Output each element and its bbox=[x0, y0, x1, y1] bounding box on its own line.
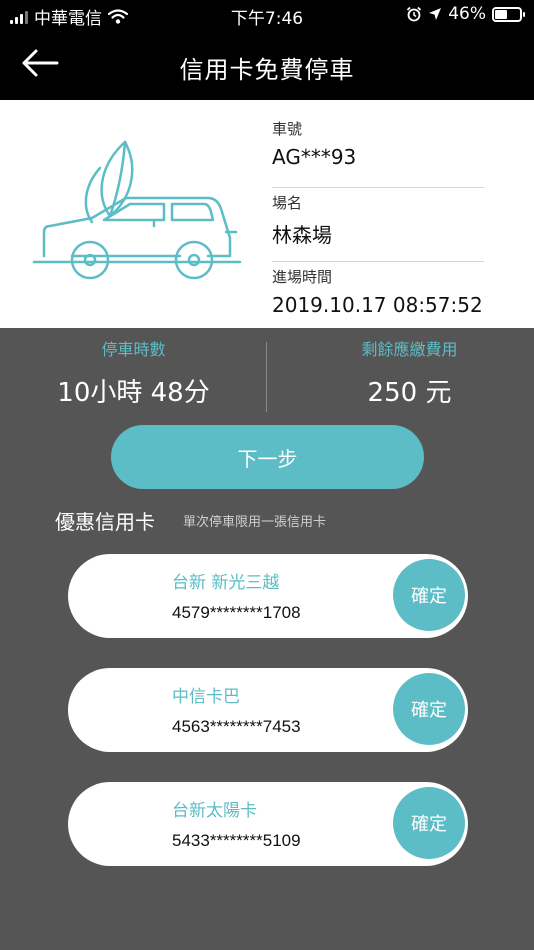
status-bar: 中華電信 下午7:46 46% bbox=[0, 0, 534, 30]
entry-time-value: 2019.10.17 08:57:52 bbox=[272, 293, 483, 317]
parking-info-panel: 車號 AG***93 場名 林森場 進場時間 2019.10.17 08:57:… bbox=[0, 100, 534, 328]
battery-percent: 46% bbox=[448, 4, 486, 24]
next-step-button[interactable]: 下一步 bbox=[111, 425, 424, 489]
card-number: 5433********5109 bbox=[172, 831, 301, 850]
duration-value: 10小時 48分 bbox=[57, 378, 210, 408]
credit-card-item[interactable]: 台新 新光三越 4579********1708 確定 bbox=[68, 554, 468, 638]
fee-label: 剩餘應繳費用 bbox=[361, 340, 458, 359]
card-name: 台新太陽卡 bbox=[172, 801, 257, 821]
battery-icon bbox=[492, 6, 525, 22]
entry-time-field: 進場時間 2019.10.17 08:57:52 bbox=[272, 262, 484, 336]
plate-field: 車號 AG***93 bbox=[272, 114, 484, 188]
confirm-button[interactable]: 確定 bbox=[393, 559, 465, 631]
credit-card-item[interactable]: 台新太陽卡 5433********5109 確定 bbox=[68, 782, 468, 866]
duration-label: 停車時數 bbox=[101, 340, 166, 359]
card-name: 中信卡巴 bbox=[172, 687, 240, 707]
duration-summary: 停車時數 10小時 48分 bbox=[0, 336, 267, 409]
lot-value: 林森場 bbox=[272, 223, 332, 247]
lot-field: 場名 林森場 bbox=[272, 188, 484, 262]
status-right: 46% bbox=[406, 4, 525, 24]
plate-label: 車號 bbox=[272, 120, 303, 138]
parking-summary: 停車時數 10小時 48分 剩餘應繳費用 250 元 bbox=[0, 328, 534, 418]
lot-label: 場名 bbox=[272, 194, 303, 212]
card-name: 台新 新光三越 bbox=[172, 573, 280, 593]
card-number: 4579********1708 bbox=[172, 603, 301, 622]
credit-card-section-title: 優惠信用卡 bbox=[55, 510, 155, 534]
credit-card-item[interactable]: 中信卡巴 4563********7453 確定 bbox=[68, 668, 468, 752]
confirm-button[interactable]: 確定 bbox=[393, 787, 465, 859]
info-fields: 車號 AG***93 場名 林森場 進場時間 2019.10.17 08:57:… bbox=[272, 114, 484, 336]
page-title: 信用卡免費停車 bbox=[179, 56, 355, 84]
eco-car-icon bbox=[32, 140, 242, 280]
plate-value: AG***93 bbox=[272, 145, 357, 169]
card-number: 4563********7453 bbox=[172, 717, 301, 736]
location-arrow-icon bbox=[429, 8, 442, 20]
entry-time-label: 進場時間 bbox=[272, 268, 333, 286]
confirm-button[interactable]: 確定 bbox=[393, 673, 465, 745]
fee-value: 250 元 bbox=[367, 378, 452, 408]
fee-summary: 剩餘應繳費用 250 元 bbox=[276, 336, 534, 409]
alarm-icon bbox=[407, 6, 422, 22]
navigation-bar: 信用卡免費停車 bbox=[0, 30, 534, 100]
credit-card-section-note: 單次停車限用一張信用卡 bbox=[183, 515, 327, 530]
summary-divider bbox=[266, 342, 267, 412]
